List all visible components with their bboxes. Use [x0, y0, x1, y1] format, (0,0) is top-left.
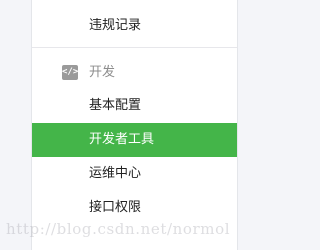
sidebar-item-label: 违规记录 [89, 18, 142, 33]
sidebar-section-dev: </> 开发 [32, 56, 237, 90]
sidebar-item-label: 运维中心 [89, 166, 142, 181]
sidebar-item-basic-config[interactable]: 基本配置 [32, 89, 237, 123]
sidebar-item-label: 接口权限 [89, 200, 142, 215]
sidebar-section-title: 开发 [89, 65, 116, 80]
sidebar-menu: 违规记录 </> 开发 基本配置 开发者工具 运维中心 接口权限 [31, 0, 238, 250]
sidebar-item-label: 基本配置 [89, 98, 142, 113]
code-tag-icon: </> [62, 65, 78, 80]
sidebar-item-api-permissions[interactable]: 接口权限 [32, 191, 237, 225]
divider [32, 47, 237, 48]
sidebar-item-violation-records[interactable]: 违规记录 [32, 9, 237, 43]
sidebar-item-ops-center[interactable]: 运维中心 [32, 157, 237, 191]
sidebar-item-developer-tools[interactable]: 开发者工具 [32, 123, 237, 157]
sidebar-item-label: 开发者工具 [89, 132, 155, 147]
